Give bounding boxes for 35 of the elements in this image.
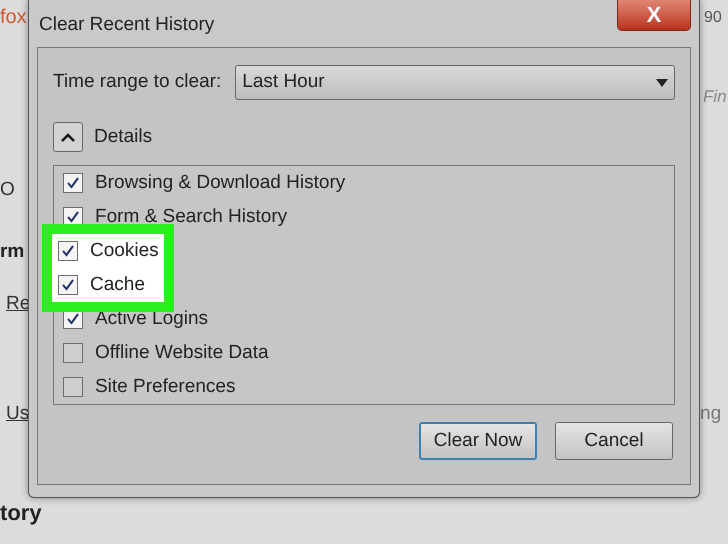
- dialog-button[interactable]: Cancel: [555, 422, 673, 460]
- window-title: Clear Recent History: [39, 13, 214, 37]
- option-label: Form & Search History: [95, 204, 288, 229]
- dialog-button[interactable]: Clear Now: [419, 422, 537, 460]
- page-text: Us: [6, 402, 30, 426]
- checkbox[interactable]: [63, 173, 83, 193]
- details-label: Details: [94, 124, 152, 149]
- checkmark-icon: [66, 176, 80, 190]
- checkmark-icon: [61, 278, 75, 292]
- checkbox[interactable]: [58, 275, 78, 295]
- page-text: 90: [704, 8, 722, 28]
- dropdown-arrow-icon: [656, 78, 668, 86]
- chevron-up-icon: [61, 132, 75, 142]
- time-range-label: Time range to clear:: [53, 70, 222, 94]
- checkbox[interactable]: [63, 343, 83, 363]
- page-text: O: [0, 178, 15, 202]
- checkmark-icon: [66, 312, 80, 326]
- option-label: Browsing & Download History: [95, 170, 346, 195]
- close-button[interactable]: X: [617, 0, 691, 31]
- option-label: Site Preferences: [95, 374, 236, 399]
- page-text: fox: [0, 5, 27, 30]
- checkbox[interactable]: [63, 377, 83, 397]
- details-toggle-button[interactable]: [53, 122, 83, 152]
- checkmark-icon: [66, 210, 80, 224]
- checkmark-icon: [61, 244, 75, 258]
- page-text: tory: [0, 499, 42, 527]
- option-label: Cache: [90, 272, 145, 297]
- time-range-dropdown[interactable]: Last Hour: [235, 65, 675, 100]
- page-text: Fin: [703, 86, 727, 108]
- option-label: Cookies: [90, 238, 159, 263]
- option-label: Offline Website Data: [95, 340, 269, 365]
- page-text: ng: [700, 402, 722, 426]
- page-text: rm: [0, 240, 24, 264]
- option-label: Active Logins: [95, 306, 208, 331]
- checkbox[interactable]: [58, 241, 78, 261]
